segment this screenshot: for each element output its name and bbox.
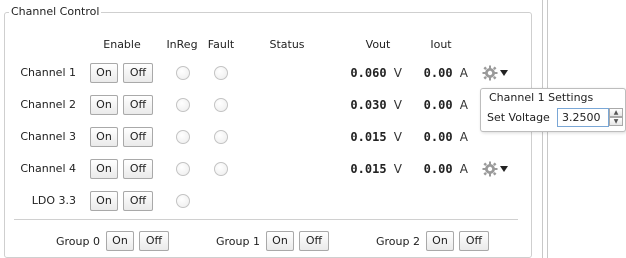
header-status: Status [269,38,305,51]
group-2-off-button[interactable]: Off [459,231,489,251]
channel-4-off-button[interactable]: Off [123,159,153,179]
channel-1-fault-indicator [214,66,228,80]
channel-4-on-button[interactable]: On [90,159,118,179]
channel-2-label: Channel 2 [20,98,76,111]
channel-1-settings-popup: Channel 1 Settings Set Voltage 3.2500 ▲ … [480,88,626,132]
ldo-on-button[interactable]: On [90,191,118,211]
group-2-on-button[interactable]: On [426,231,454,251]
ldo-label: LDO 3.3 [31,194,76,207]
group-1-label: Group 1 [216,235,260,248]
channel-2-iout: 0.00 A [423,98,468,112]
channel-4-inreg-indicator [176,162,190,176]
channel-3-vout: 0.015 V [350,130,402,144]
channel-2-inreg-indicator [176,98,190,112]
channel-3-on-button[interactable]: On [90,127,118,147]
channel-4-label: Channel 4 [20,162,76,175]
channel-4-vout: 0.015 V [350,162,402,176]
set-voltage-label: Set Voltage [487,111,550,124]
channel-2-vout: 0.030 V [350,98,402,112]
header-enable: Enable [103,38,141,51]
channel-1-on-button[interactable]: On [90,63,118,83]
gear-icon [482,161,498,177]
ldo-off-button[interactable]: Off [123,191,153,211]
channel-control-title: Channel Control [9,5,102,18]
channel-1-settings-button[interactable] [482,64,510,82]
channel-1-inreg-indicator [176,66,190,80]
set-voltage-input[interactable]: 3.2500 [557,108,609,127]
ldo-inreg-indicator [176,194,190,208]
channel-2-off-button[interactable]: Off [123,95,153,115]
group-0-off-button[interactable]: Off [139,231,169,251]
group-0-on-button[interactable]: On [106,231,134,251]
gear-icon [482,65,498,81]
group-1-on-button[interactable]: On [266,231,294,251]
channel-1-iout: 0.00 A [423,66,468,80]
header-inreg: InReg [166,38,198,51]
header-fault: Fault [207,38,235,51]
group-2-label: Group 2 [376,235,420,248]
group-1-off-button[interactable]: Off [299,231,329,251]
channel-2-fault-indicator [214,98,228,112]
channel-1-off-button[interactable]: Off [123,63,153,83]
dropdown-arrow-icon [500,166,508,172]
channel-4-iout: 0.00 A [423,162,468,176]
channel-1-label: Channel 1 [20,66,76,79]
dropdown-arrow-icon [500,70,508,76]
channel-2-on-button[interactable]: On [90,95,118,115]
spin-up-icon[interactable]: ▲ [609,108,623,117]
channel-4-fault-indicator [214,162,228,176]
popup-title: Channel 1 Settings [489,91,594,104]
channel-4-settings-button[interactable] [482,160,510,178]
channel-3-inreg-indicator [176,130,190,144]
channel-1-vout: 0.060 V [350,66,402,80]
channel-3-iout: 0.00 A [423,130,468,144]
channel-3-off-button[interactable]: Off [123,127,153,147]
channel-3-label: Channel 3 [20,130,76,143]
group-0-label: Group 0 [56,235,100,248]
header-iout: Iout [430,38,452,51]
channel-3-fault-indicator [214,130,228,144]
group-divider [14,219,518,220]
header-vout: Vout [365,38,391,51]
set-voltage-spinner[interactable]: ▲ ▼ [609,108,623,127]
spin-down-icon[interactable]: ▼ [609,117,623,126]
